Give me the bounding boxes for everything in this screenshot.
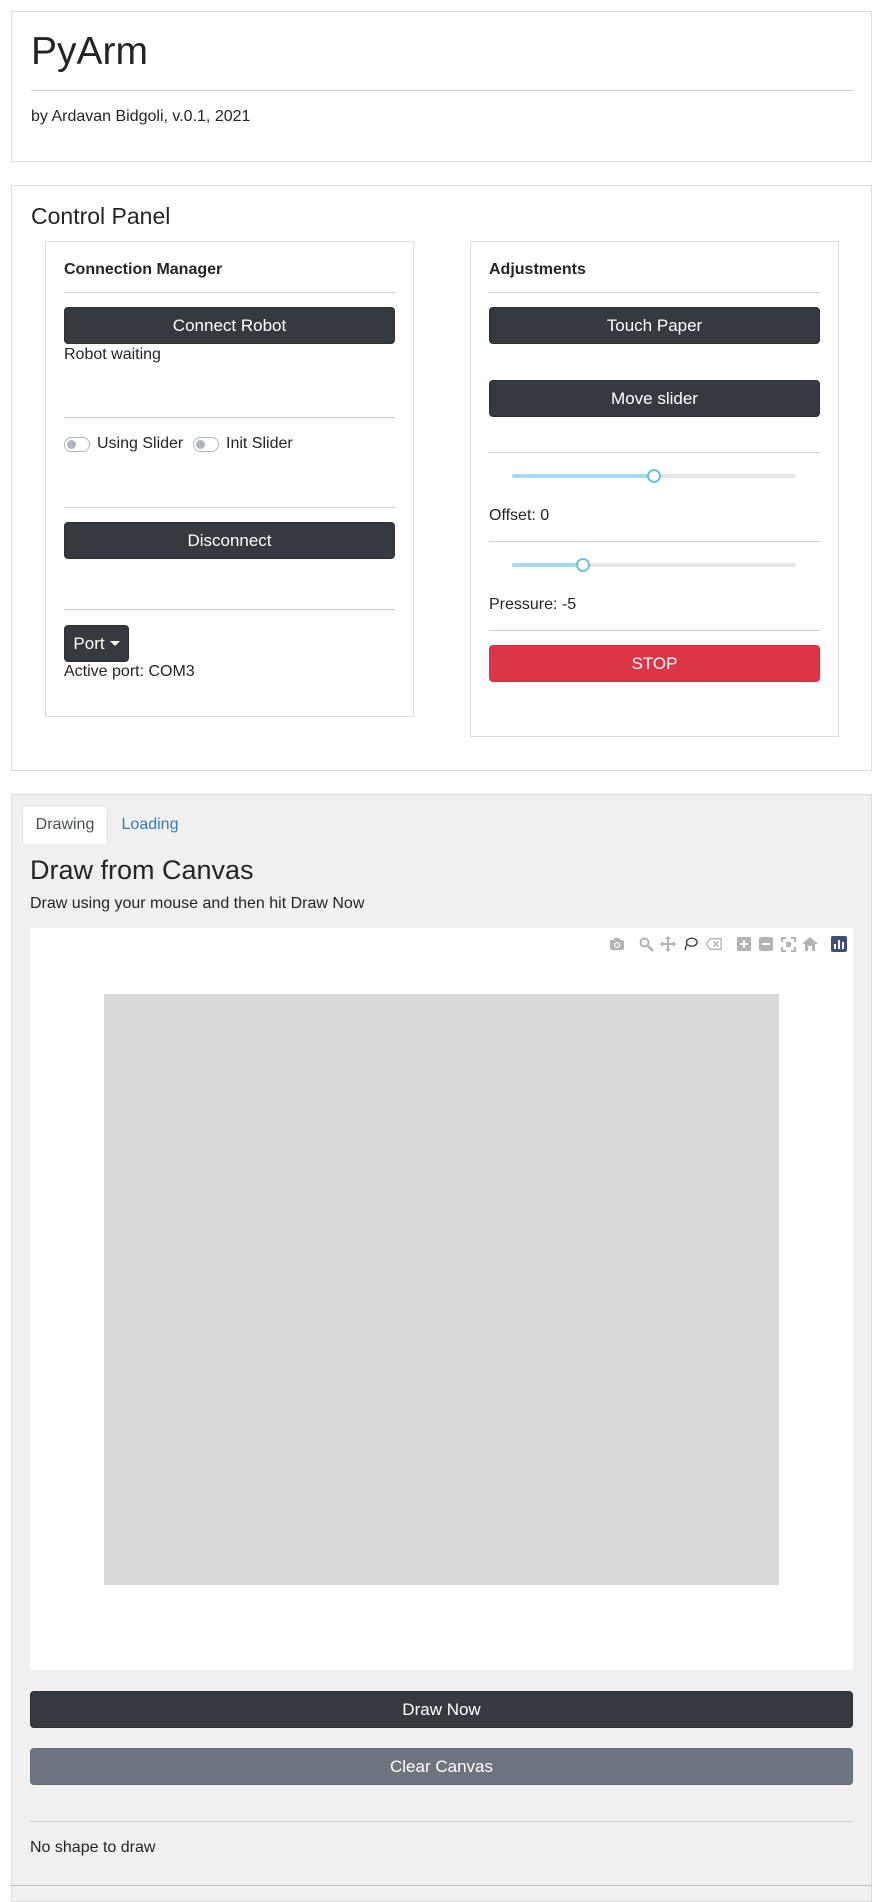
port-dropdown-button[interactable]: Port <box>64 625 129 662</box>
init-slider-label: Init Slider <box>226 435 293 452</box>
camera-icon[interactable] <box>609 936 625 952</box>
adjustments-title: Adjustments <box>489 261 586 278</box>
init-slider-toggle[interactable] <box>193 437 219 452</box>
erase-icon[interactable] <box>706 936 722 952</box>
offset-slider[interactable] <box>512 466 796 486</box>
divider <box>11 1885 872 1886</box>
slider-fill <box>512 563 583 567</box>
tab-drawing[interactable]: Drawing <box>22 805 108 844</box>
tab-label: Drawing <box>35 815 95 833</box>
offset-label: Offset: 0 <box>489 507 550 524</box>
reset-axes-icon[interactable] <box>802 936 818 952</box>
lasso-icon[interactable] <box>682 936 698 952</box>
autoscale-icon[interactable] <box>780 936 796 952</box>
touch-paper-button[interactable]: Touch Paper <box>489 307 820 344</box>
byline: by Ardavan Bidgoli, v.0.1, 2021 <box>31 108 251 125</box>
divider <box>30 1821 853 1822</box>
slider-handle[interactable] <box>647 469 661 483</box>
connect-robot-button[interactable]: Connect Robot <box>64 307 395 344</box>
clear-canvas-button[interactable]: Clear Canvas <box>30 1748 853 1785</box>
zoom-out-icon[interactable] <box>758 936 774 952</box>
divider <box>64 417 395 418</box>
divider <box>489 541 820 542</box>
pressure-label: Pressure: -5 <box>489 596 577 613</box>
drawing-title: Draw from Canvas <box>30 855 254 885</box>
active-port: Active port: COM3 <box>64 663 195 680</box>
using-slider-toggle[interactable] <box>64 437 90 452</box>
drawing-status: No shape to draw <box>30 1839 156 1856</box>
divider <box>64 609 395 610</box>
tab-bar-line <box>107 843 871 844</box>
draw-now-button[interactable]: Draw Now <box>30 1691 853 1728</box>
zoom-icon[interactable] <box>638 936 654 952</box>
toggle-knob <box>67 440 76 449</box>
divider <box>64 507 395 508</box>
pan-icon[interactable] <box>660 936 676 952</box>
slider-fill <box>512 474 654 478</box>
pressure-slider[interactable] <box>512 555 796 575</box>
control-panel-title: Control Panel <box>31 203 171 229</box>
stop-button[interactable]: STOP <box>489 645 820 682</box>
move-slider-button[interactable]: Move slider <box>489 380 820 417</box>
port-button-label: Port <box>73 633 105 653</box>
app-title: PyArm <box>31 30 148 73</box>
drawing-instructions: Draw using your mouse and then hit Draw … <box>30 895 365 912</box>
zoom-in-icon[interactable] <box>736 936 752 952</box>
disconnect-button[interactable]: Disconnect <box>64 522 395 559</box>
divider <box>31 90 853 91</box>
divider <box>489 452 820 453</box>
divider <box>489 292 820 293</box>
plotly-logo-icon[interactable] <box>831 936 847 952</box>
slider-handle[interactable] <box>576 558 590 572</box>
using-slider-label: Using Slider <box>97 435 184 452</box>
tab-label: Loading <box>121 815 179 833</box>
drawing-canvas[interactable] <box>104 994 779 1585</box>
divider <box>489 630 820 631</box>
toggle-knob <box>196 440 205 449</box>
caret-down-icon <box>109 641 120 646</box>
divider <box>64 292 395 293</box>
connection-manager-title: Connection Manager <box>64 261 223 278</box>
tab-loading[interactable]: Loading <box>110 805 190 844</box>
header-card: PyArm by Ardavan Bidgoli, v.0.1, 2021 <box>11 11 872 162</box>
robot-status: Robot waiting <box>64 346 161 363</box>
